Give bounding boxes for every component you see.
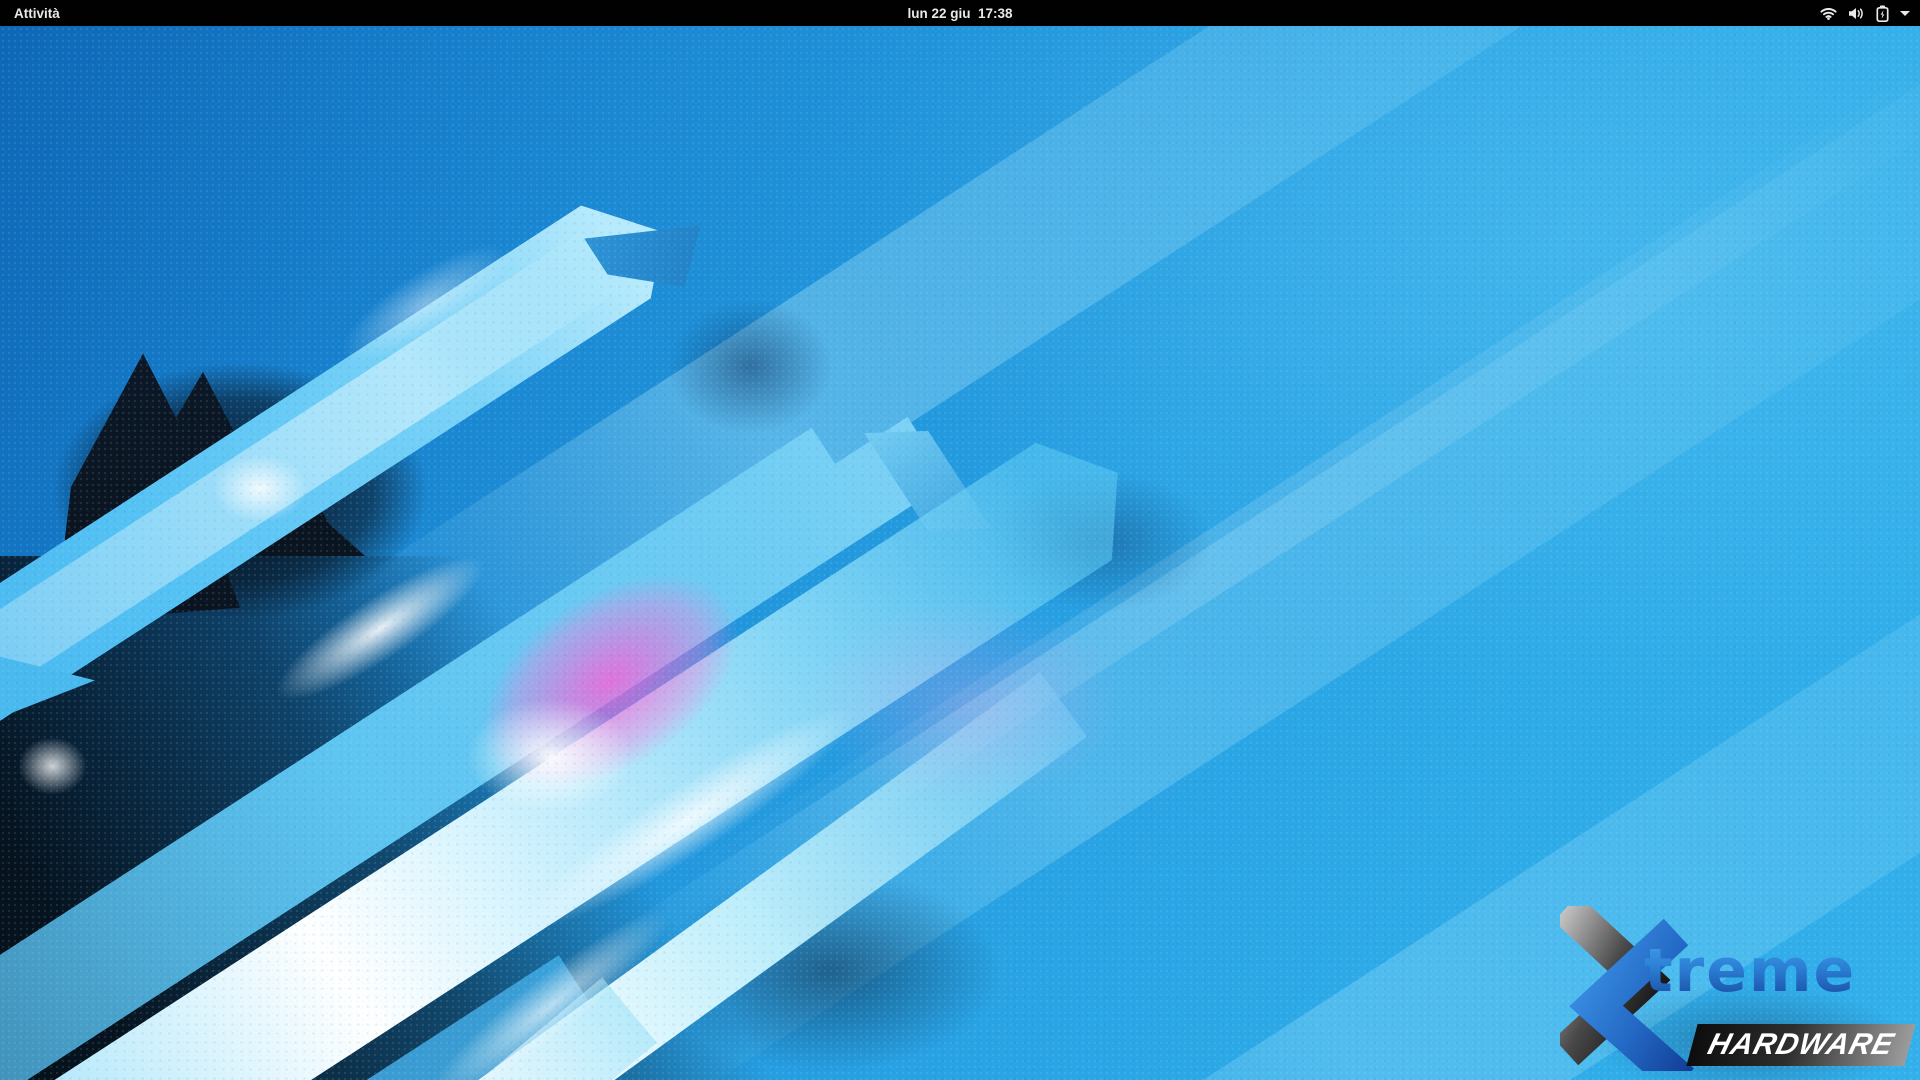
wallpaper-glow-white — [5, 726, 100, 806]
system-menu-caret-icon — [1900, 11, 1910, 16]
xtreme-hardware-logo: treme HARDWARE — [1552, 902, 1920, 1080]
gnome-top-bar: Attività lun 22 giu 17:38 — [0, 0, 1920, 26]
logo-brand-subtext: HARDWARE — [1704, 1028, 1898, 1062]
logo-hardware-bar: HARDWARE — [1686, 1024, 1915, 1066]
clock-area: lun 22 giu 17:38 — [0, 0, 1920, 26]
wallpaper-dark-patch — [640, 276, 860, 456]
battery-charging-icon — [1876, 5, 1889, 22]
volume-icon — [1848, 7, 1865, 20]
desktop-wallpaper: treme HARDWARE — [0, 26, 1920, 1080]
wifi-icon — [1820, 7, 1837, 20]
system-status-area[interactable] — [1810, 0, 1920, 26]
clock-button[interactable]: lun 22 giu 17:38 — [907, 6, 1012, 21]
logo-brand-text: treme — [1644, 936, 1856, 1006]
wallpaper-glow-white — [195, 441, 325, 536]
